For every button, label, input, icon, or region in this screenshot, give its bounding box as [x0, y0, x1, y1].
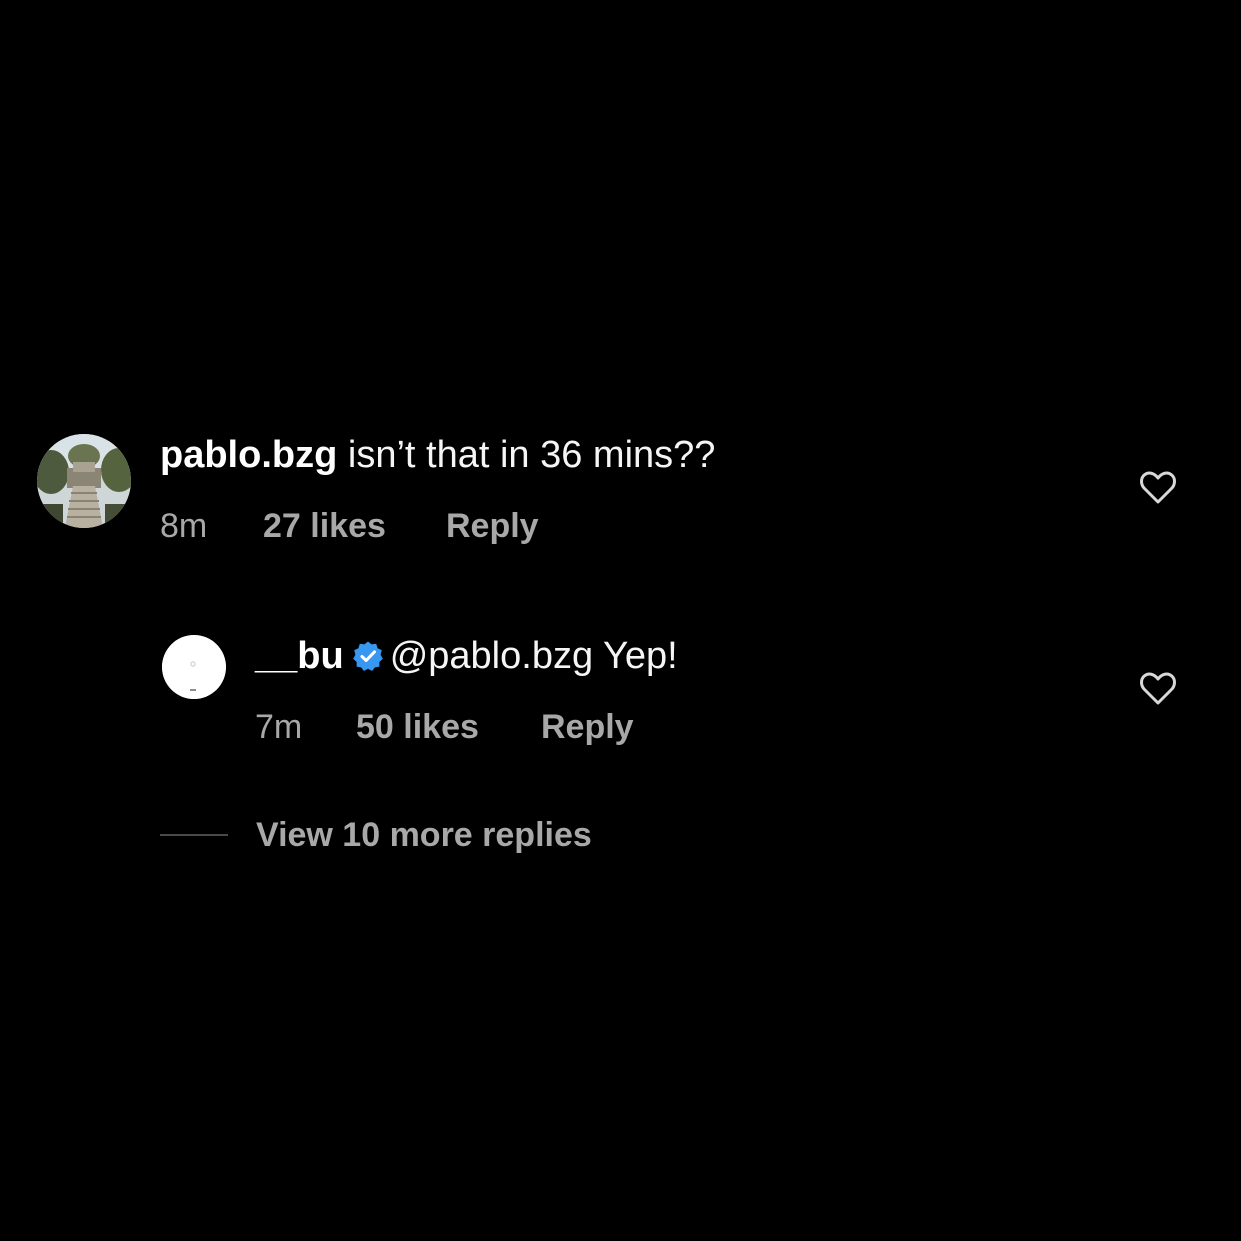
heart-icon[interactable]: [1138, 468, 1178, 508]
comment-meta: 8m 27 likes Reply: [160, 506, 660, 546]
comment-body: isn’t that in 36 mins??: [347, 434, 716, 476]
reply-avatar[interactable]: [162, 635, 226, 699]
reply-reply-button[interactable]: Reply: [541, 707, 634, 747]
reply-username[interactable]: __bu: [255, 635, 344, 677]
comment-time: 8m: [160, 507, 208, 545]
comment-text-line: pablo.bzg isn’t that in 36 mins??: [160, 433, 715, 477]
reply-likes[interactable]: 50 likes: [356, 707, 479, 747]
divider-line: [160, 834, 228, 836]
view-more-replies[interactable]: View 10 more replies: [160, 815, 760, 859]
reply-mention[interactable]: @pablo.bzg: [390, 635, 593, 677]
view-more-replies-label[interactable]: View 10 more replies: [256, 815, 592, 855]
avatar-logo-icon: [162, 635, 226, 699]
comment-likes[interactable]: 27 likes: [263, 506, 386, 546]
avatar-photo-icon: [37, 434, 131, 528]
reply-meta: 7m 50 likes Reply: [255, 707, 755, 747]
heart-icon[interactable]: [1138, 669, 1178, 709]
reply-text-line: __bu @pablo.bzg Yep!: [255, 634, 678, 678]
avatar[interactable]: [37, 434, 131, 528]
comment-reply-button[interactable]: Reply: [446, 506, 539, 546]
reply-body: Yep!: [602, 635, 678, 677]
comment-username[interactable]: pablo.bzg: [160, 434, 337, 476]
reply-time: 7m: [255, 708, 303, 746]
verified-badge-icon: [352, 641, 383, 671]
